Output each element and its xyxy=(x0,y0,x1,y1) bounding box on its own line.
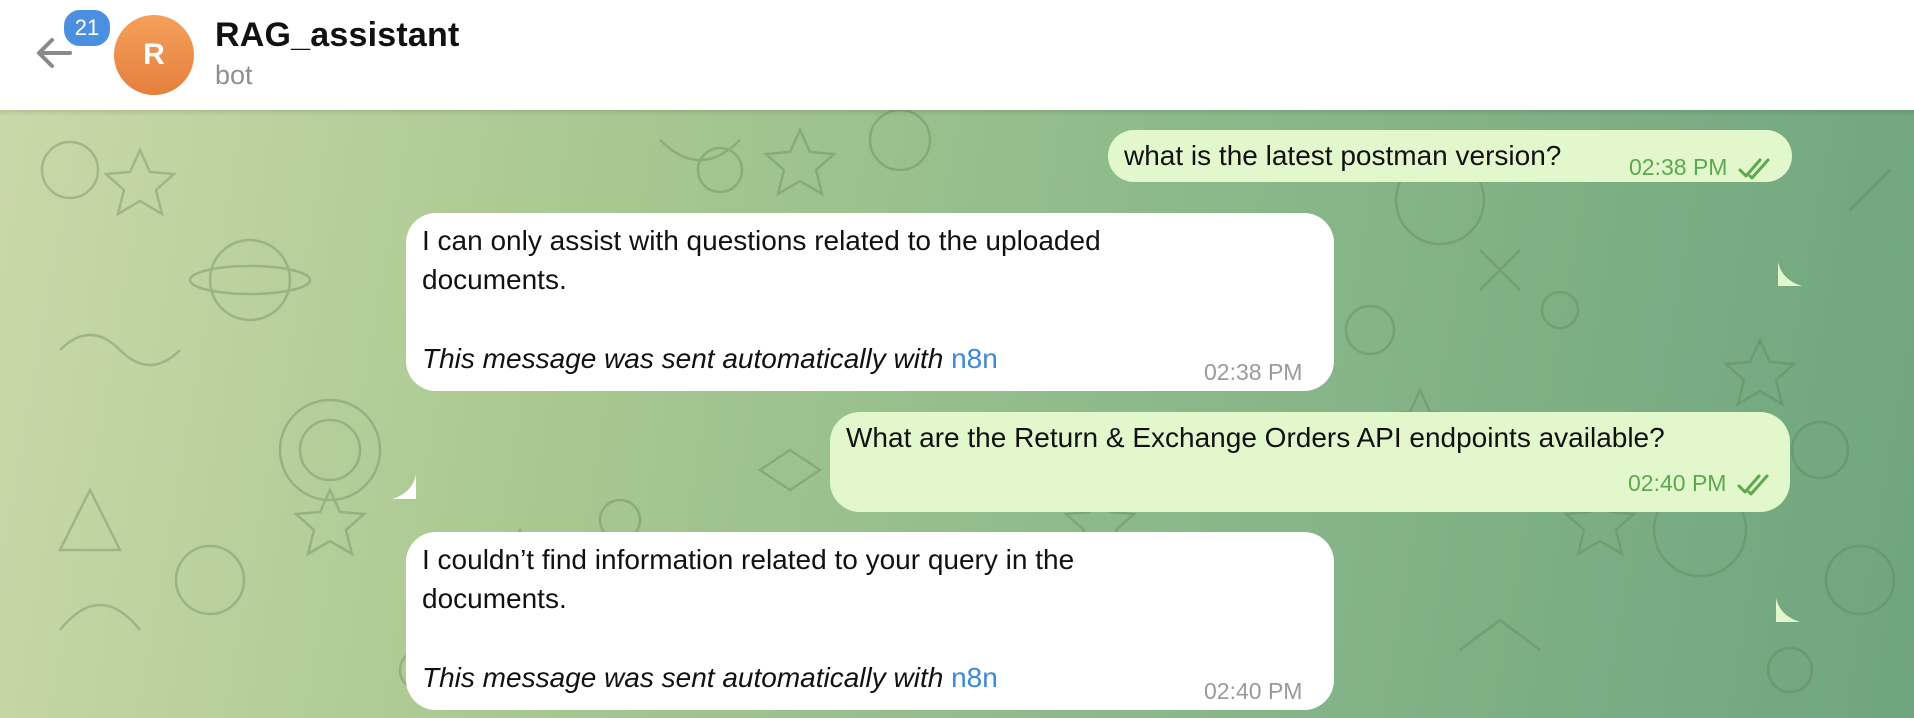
message-meta: 02:40 PM xyxy=(1628,464,1773,503)
bubble-tail xyxy=(1776,598,1800,622)
message-time: 02:40 PM xyxy=(1628,470,1727,496)
incoming-message[interactable]: I can only assist with questions related… xyxy=(406,213,1334,391)
bubble-tail xyxy=(1778,262,1802,286)
header-shadow xyxy=(0,110,1914,116)
chat-title[interactable]: RAG_assistant xyxy=(215,16,459,55)
message-line: I couldn’t find information related to y… xyxy=(422,544,1075,575)
double-check-icon xyxy=(1738,158,1770,180)
chat-subtitle: bot xyxy=(215,60,253,90)
message-line: documents. xyxy=(422,583,567,614)
footer-text: This message was sent automatically with xyxy=(422,662,952,693)
auto-message-footer: This message was sent automatically with… xyxy=(422,339,998,378)
incoming-message[interactable]: I couldn’t find information related to y… xyxy=(406,532,1334,710)
chat-header: 21 R RAG_assistant bot xyxy=(0,0,1914,110)
avatar[interactable]: R xyxy=(114,15,194,95)
outgoing-message[interactable]: what is the latest postman version? 02:3… xyxy=(1108,130,1792,182)
message-line: documents. xyxy=(422,264,567,295)
n8n-link[interactable]: n8n xyxy=(951,662,998,693)
double-check-icon xyxy=(1737,474,1769,496)
message-time: 02:40 PM xyxy=(1204,678,1303,704)
message-text: What are the Return & Exchange Orders AP… xyxy=(846,422,1665,453)
bubble-tail xyxy=(392,475,416,499)
message-text: what is the latest postman version? xyxy=(1124,140,1562,171)
n8n-link[interactable]: n8n xyxy=(951,343,998,374)
message-time: 02:38 PM xyxy=(1204,359,1303,385)
message-time: 02:38 PM xyxy=(1629,154,1728,180)
chat-background[interactable]: what is the latest postman version? 02:3… xyxy=(0,110,1914,718)
message-line: I can only assist with questions related… xyxy=(422,225,1101,256)
outgoing-message[interactable]: What are the Return & Exchange Orders AP… xyxy=(830,412,1790,512)
telegram-chat-window: 21 R RAG_assistant bot what is the lates… xyxy=(0,0,1914,718)
footer-text: This message was sent automatically with xyxy=(422,343,952,374)
auto-message-footer: This message was sent automatically with… xyxy=(422,658,998,697)
message-meta: 02:38 PM xyxy=(1629,148,1774,187)
unread-count-badge: 21 xyxy=(62,8,112,48)
